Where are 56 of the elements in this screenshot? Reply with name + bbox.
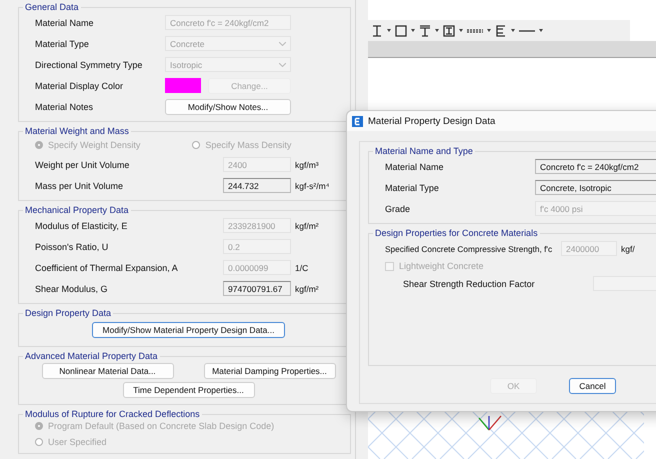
group-title: Material Name and Type [374, 146, 474, 156]
field-label: Material Notes [35, 102, 94, 112]
field-label: Material Name [35, 18, 95, 28]
field-label: Weight per Unit Volume [35, 160, 130, 170]
field-label: Grade [385, 204, 412, 214]
input-field[interactable]: Concreto f'c = 240kgf/cm2 [535, 159, 656, 174]
input-field[interactable]: Concrete, Isotropic [535, 180, 656, 195]
dialog-title: Material Property Design Data [368, 116, 496, 126]
caret-icon[interactable] [411, 29, 415, 32]
group-title: General Data [24, 2, 80, 12]
field-label: Material Display Color [35, 80, 124, 90]
group-title: Material Weight and Mass [24, 126, 130, 136]
channel-icon[interactable] [494, 24, 508, 38]
field-label: Poisson's Ratio, U [35, 242, 110, 252]
unit-label: kgf/m² [295, 220, 319, 230]
field-label: Shear Strength Reduction Factor [403, 278, 536, 288]
i-beam-box-icon[interactable] [442, 24, 456, 38]
caret-icon[interactable] [459, 29, 463, 32]
caret-icon[interactable] [539, 29, 543, 32]
dialog-button[interactable]: Cancel [569, 378, 616, 394]
field-label: Mass per Unit Volume [35, 180, 124, 190]
property-button[interactable]: Material Damping Properties... [204, 363, 336, 379]
unit-label: kgf/m³ [295, 160, 319, 170]
field-label: Material Type [385, 182, 440, 192]
caret-icon[interactable] [387, 29, 391, 32]
unit-label: kgf/ [621, 244, 635, 254]
input-field[interactable]: 244.732 [223, 178, 291, 193]
group-title: Advanced Material Property Data [24, 351, 159, 361]
caret-icon[interactable] [487, 29, 491, 32]
group-title: Design Properties for Concrete Materials [374, 228, 539, 238]
chevron-down-icon [279, 42, 286, 46]
field-label: Modulus of Elasticity, E [35, 220, 128, 230]
property-button[interactable]: Nonlinear Material Data... [42, 363, 174, 379]
field-label: Specified Concrete Compressive Strength, f'c [385, 244, 554, 254]
i-beam-icon[interactable] [370, 24, 384, 38]
group-title: Mechanical Property Data [24, 205, 130, 215]
unit-label: 1/C [295, 262, 308, 272]
square-icon[interactable] [394, 24, 408, 38]
group-title: Modulus of Rupture for Cracked Deflections [24, 409, 201, 419]
group-title: Design Property Data [24, 308, 112, 318]
input-field[interactable]: 974700791.67 [223, 281, 291, 296]
tee-icon[interactable] [418, 24, 432, 38]
caret-icon[interactable] [435, 29, 439, 32]
app-logo-icon [352, 116, 363, 126]
property-button[interactable]: Time Dependent Properties... [122, 382, 254, 398]
chevron-down-icon [279, 62, 286, 66]
caret-icon[interactable] [511, 29, 515, 32]
field-label: Material Type [35, 38, 90, 48]
notes-button[interactable]: Modify/Show Notes... [165, 98, 291, 114]
field-label: Directional Symmetry Type [35, 60, 144, 70]
unit-label: kgf/m² [295, 284, 319, 294]
design-data-button[interactable]: Modify/Show Material Property Design Data... [92, 322, 285, 338]
unit-label: kgf-s²/m⁴ [295, 180, 330, 190]
field-label: Material Name [385, 162, 445, 172]
field-label: Coefficient of Thermal Expansion, A [35, 262, 179, 272]
field-label: Shear Modulus, G [35, 284, 109, 294]
